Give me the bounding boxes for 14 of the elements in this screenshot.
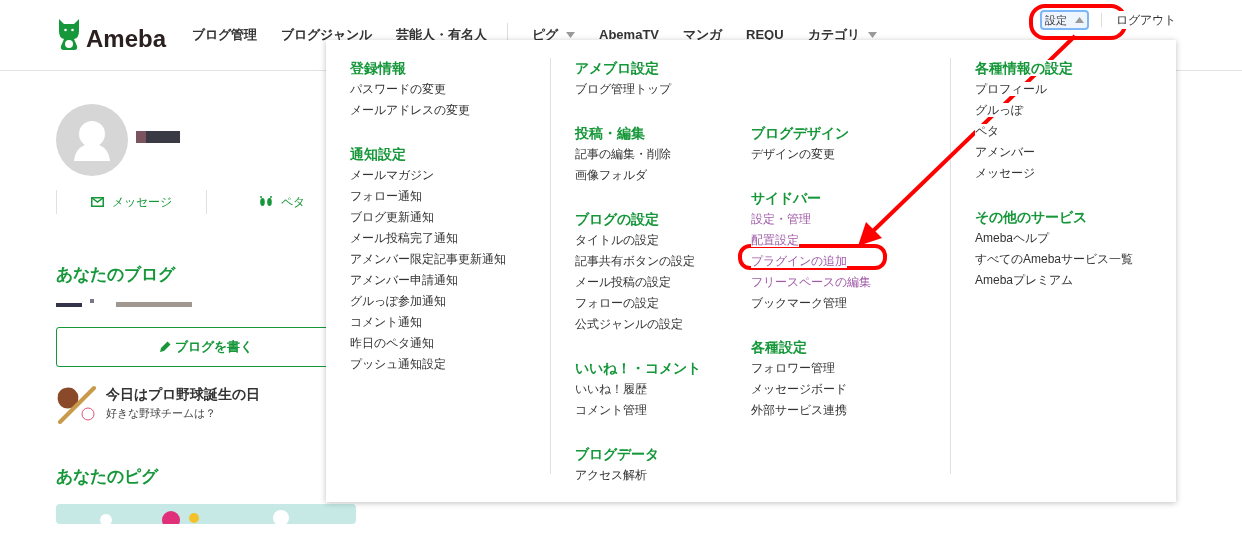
section-heading: サイドバー (751, 190, 821, 206)
section-heading: ブログの設定 (575, 211, 659, 227)
section-heading: ブログデータ (575, 446, 659, 462)
section-heading: 各種情報の設定 (975, 60, 1073, 76)
section-heading: 各種設定 (751, 339, 807, 355)
section-heading: アメブロ設定 (575, 60, 659, 76)
section-heading: 登録情報 (350, 60, 406, 76)
section-heading: 通知設定 (350, 146, 406, 162)
section-heading: ブログデザイン (751, 125, 849, 141)
section-heading: あなたのブログ (56, 264, 175, 286)
section-heading: その他のサービス (975, 209, 1087, 225)
section-heading: 投稿・編集 (575, 125, 645, 141)
section-heading: あなたのピグ (56, 465, 158, 488)
section-heading: いいね！・コメント (575, 360, 701, 376)
